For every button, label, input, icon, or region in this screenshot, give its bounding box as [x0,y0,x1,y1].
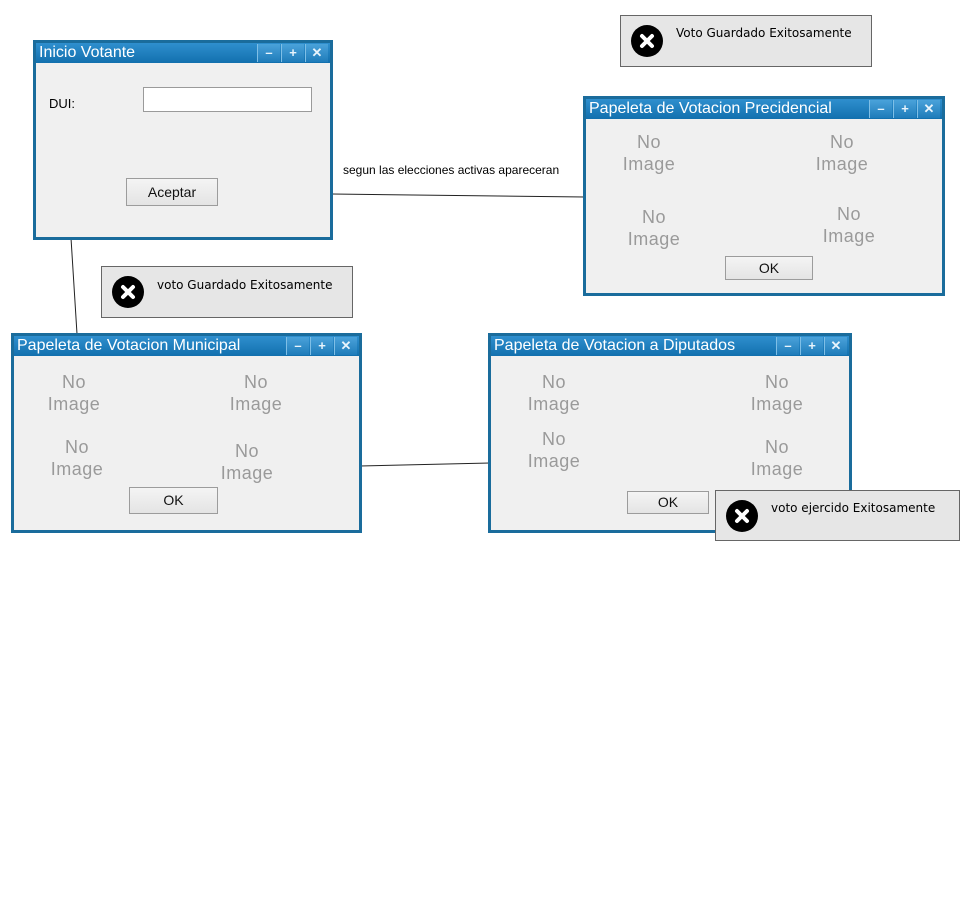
close-icon[interactable]: ✕ [305,44,328,62]
dui-input[interactable] [143,87,312,112]
maximize-icon[interactable]: + [281,44,304,62]
maximize-icon[interactable]: + [893,100,916,118]
candidate-image-placeholder[interactable]: No Image [742,436,812,480]
window-title: Papeleta de Votacion a Diputados [494,337,736,354]
toast-message: Voto Guardado Exitosamente [676,26,852,40]
candidate-image-placeholder[interactable]: No Image [619,206,689,250]
toast-voto-guardado-top: Voto Guardado Exitosamente [620,15,872,67]
close-icon[interactable]: ✕ [334,337,357,355]
candidate-image-placeholder[interactable]: No Image [221,371,291,415]
window-titlebar[interactable]: Papeleta de Votacion a Diputados – + ✕ [491,336,849,356]
ok-button[interactable]: OK [627,491,709,514]
candidate-image-placeholder[interactable]: No Image [814,203,884,247]
candidate-image-placeholder[interactable]: No Image [519,371,589,415]
papeleta-presidencial-window: Papeleta de Votacion Precidencial – + ✕ … [583,96,945,296]
ok-button[interactable]: OK [725,256,813,280]
inicio-votante-window: Inicio Votante – + ✕ DUI: Aceptar [33,40,333,240]
maximize-icon[interactable]: + [800,337,823,355]
window-title: Inicio Votante [39,44,136,61]
candidate-image-placeholder[interactable]: No Image [807,131,877,175]
window-title: Papeleta de Votacion Precidencial [589,100,832,117]
dui-label: DUI: [49,96,75,111]
papeleta-municipal-window: Papeleta de Votacion Municipal – + ✕ No I… [11,333,362,533]
toast-voto-ejercido: voto ejercido Exitosamente [715,490,960,541]
window-title: Papeleta de Votacion Municipal [17,337,241,354]
candidate-image-placeholder[interactable]: No Image [42,436,112,480]
ok-button[interactable]: OK [129,487,218,514]
toast-voto-guardado-middle: voto Guardado Exitosamente [101,266,353,318]
window-titlebar[interactable]: Papeleta de Votacion Precidencial – + ✕ [586,99,942,119]
candidate-image-placeholder[interactable]: No Image [212,440,282,484]
candidate-image-placeholder[interactable]: No Image [519,428,589,472]
minimize-icon[interactable]: – [286,337,309,355]
aceptar-button[interactable]: Aceptar [126,178,218,206]
toast-message: voto Guardado Exitosamente [157,278,333,292]
close-circle-icon[interactable] [726,500,758,532]
minimize-icon[interactable]: – [776,337,799,355]
maximize-icon[interactable]: + [310,337,333,355]
annotation-note: segun las elecciones activas apareceran [343,163,560,177]
toast-message: voto ejercido Exitosamente [771,501,936,515]
minimize-icon[interactable]: – [257,44,280,62]
close-icon[interactable]: ✕ [917,100,940,118]
candidate-image-placeholder[interactable]: No Image [742,371,812,415]
minimize-icon[interactable]: – [869,100,892,118]
connector-municipal-diputados [359,462,491,467]
candidate-image-placeholder[interactable]: No Image [39,371,109,415]
close-circle-icon[interactable] [112,276,144,308]
connector-inicio-municipal [70,237,78,335]
connector-inicio-presidencial [331,193,586,198]
close-circle-icon[interactable] [631,25,663,57]
window-titlebar[interactable]: Inicio Votante – + ✕ [36,43,330,63]
close-icon[interactable]: ✕ [824,337,847,355]
candidate-image-placeholder[interactable]: No Image [614,131,684,175]
window-titlebar[interactable]: Papeleta de Votacion Municipal – + ✕ [14,336,359,356]
